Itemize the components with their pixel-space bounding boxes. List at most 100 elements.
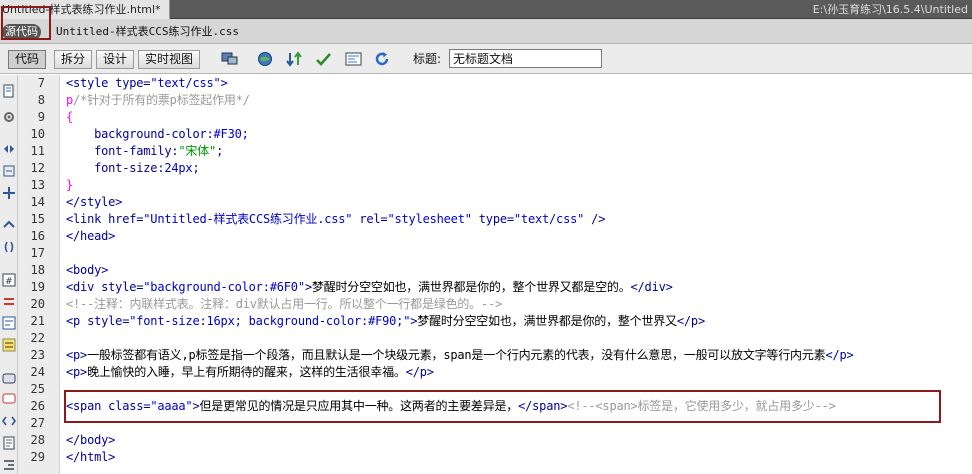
attribute: rel= — [352, 212, 388, 226]
balance-braces-icon[interactable] — [1, 239, 17, 255]
tag: </p> — [825, 348, 854, 362]
collapse-full-tag-icon[interactable] — [1, 141, 17, 157]
remove-comment-icon[interactable] — [1, 391, 17, 407]
tag: <body> — [66, 263, 109, 277]
line-number: 19 — [30, 280, 45, 294]
wrap-tag-icon[interactable] — [1, 413, 17, 429]
line-number: 8 — [37, 93, 45, 107]
tag: </html> — [66, 450, 116, 464]
related-css-file[interactable]: Untitled-样式表CCS练习作业.css — [56, 23, 239, 41]
expand-all-icon[interactable] — [1, 185, 17, 201]
browser-preview-icon[interactable] — [255, 50, 275, 68]
line-number: 27 — [30, 416, 45, 430]
attribute: type= — [471, 212, 514, 226]
css-brace: } — [66, 178, 74, 192]
css-comment: /*针对于所有的票p标签起作用*/ — [73, 93, 250, 107]
word-wrap-icon[interactable] — [1, 315, 17, 331]
code-line: </style> — [66, 194, 122, 211]
text-content: 梦醒时分空空如也，满世界都是你的，整个世界又都是空的。 — [311, 280, 631, 294]
collapse-selection-icon[interactable] — [1, 163, 17, 179]
syntax-coloring-icon[interactable] — [1, 337, 17, 353]
open-documents-icon[interactable] — [1, 83, 17, 99]
highlight-box-source — [1, 6, 51, 40]
show-code-navigator-icon[interactable] — [1, 109, 17, 125]
code-line: { — [66, 109, 73, 126]
code-line: <style type="text/css"> — [66, 75, 228, 92]
coding-toolbar: # — [0, 75, 18, 474]
tag: <p> — [66, 348, 88, 362]
visual-aids-icon[interactable] — [344, 50, 364, 68]
code-line: p/*针对于所有的票p标签起作用*/ — [66, 92, 250, 109]
attribute-value: "stylesheet" — [387, 212, 472, 226]
css-brace: { — [66, 110, 74, 124]
line-number: 22 — [30, 331, 45, 345]
highlight-box-span-line — [64, 390, 941, 423]
page-title-input[interactable] — [449, 49, 602, 68]
code-view-button[interactable]: 代码 — [8, 50, 47, 69]
tag: <link — [66, 212, 109, 226]
highlight-invalid-code-icon[interactable] — [1, 294, 17, 310]
code-line: <link href="Untitled-样式表CCS练习作业.css" rel… — [66, 211, 605, 228]
line-number: 15 — [30, 212, 45, 226]
css-selector: p — [66, 93, 74, 107]
multiscreen-icon[interactable] — [220, 50, 240, 68]
line-number: 23 — [30, 348, 45, 362]
css-value: 24px; — [164, 161, 200, 175]
css-property: font-size: — [94, 161, 165, 175]
css-semicolon: ; — [216, 144, 224, 158]
tag: > — [304, 280, 312, 294]
file-path: E:\孙玉育练习\16.5.4\Untitled — [812, 3, 968, 16]
design-view-button[interactable]: 设计 — [96, 50, 135, 69]
line-number: 17 — [30, 246, 45, 260]
text-content: 一般标签都有语义,p标签是指一个段落，而且默认是一个块级元素，span是一个行内… — [87, 348, 826, 362]
code-line: <p>晚上愉快的入睡，早上有所期待的醒来，这样的生活很幸福。</p> — [66, 364, 434, 381]
title-label: 标题: — [413, 52, 442, 66]
line-number: 7 — [37, 76, 45, 90]
check-page-icon[interactable] — [314, 50, 334, 68]
document-tab-bar: Untitled-样式表练习作业.html* E:\孙玉育练习\16.5.4\U… — [0, 0, 972, 19]
tag: </body> — [66, 433, 116, 447]
line-number: 24 — [30, 365, 45, 379]
recent-snippets-icon[interactable] — [1, 435, 17, 451]
line-number: 12 — [30, 161, 45, 175]
line-number-gutter: 7 8 9 10 11 12 13 14 15 16 17 18 19 20 2… — [18, 75, 60, 474]
refresh-icon[interactable] — [372, 50, 392, 68]
code-line: <!--注释：内联样式表。注释：div默认占用一行。所以整个一行都是绿色的。--… — [66, 296, 502, 313]
live-view-button[interactable]: 实时视图 — [138, 50, 201, 69]
text-content: 晚上愉快的入睡，早上有所期待的醒来，这样的生活很幸福。 — [87, 365, 406, 379]
tag: </p> — [405, 365, 434, 379]
related-files-bar: 源代码 Untitled-样式表CCS练习作业.css — [0, 19, 972, 44]
attribute: type= — [115, 76, 151, 90]
text-content: 梦醒时分空空如也，满世界都是你的，整个世界又 — [417, 314, 677, 328]
html-comment: <!--注释：内联样式表。注释：div默认占用一行。所以整个一行都是绿色的。--… — [66, 297, 503, 311]
code-line: <body> — [66, 262, 108, 279]
file-management-icon[interactable] — [285, 50, 305, 68]
code-line: <div style="background-color:#6F0">梦醒时分空… — [66, 279, 673, 296]
line-number: 29 — [30, 450, 45, 464]
line-number: 20 — [30, 297, 45, 311]
attribute: href= — [108, 212, 144, 226]
tag: </div> — [630, 280, 673, 294]
tag: <div — [66, 280, 102, 294]
line-number: 25 — [30, 382, 45, 396]
code-line: background-color:#F30; — [66, 126, 249, 143]
line-number: 14 — [30, 195, 45, 209]
tag: </head> — [66, 229, 116, 243]
line-number: 11 — [30, 144, 45, 158]
tag: <p — [66, 314, 88, 328]
tag: <p> — [66, 365, 88, 379]
tag: </style> — [66, 195, 123, 209]
code-line: font-size:24px; — [66, 160, 200, 177]
code-line: </body> — [66, 432, 115, 449]
apply-comment-icon[interactable] — [1, 371, 17, 387]
indent-code-icon[interactable] — [1, 457, 17, 473]
tag: /> — [584, 212, 606, 226]
tag: <style — [66, 76, 116, 90]
tag: </p> — [676, 314, 705, 328]
attribute: style= — [101, 280, 144, 294]
line-number: 13 — [30, 178, 45, 192]
select-parent-tag-icon[interactable] — [1, 219, 17, 235]
document-toolbar: 代码 拆分 设计 实时视图 标题: — [0, 44, 972, 74]
line-numbers-icon[interactable]: # — [1, 272, 17, 288]
split-view-button[interactable]: 拆分 — [54, 50, 93, 69]
